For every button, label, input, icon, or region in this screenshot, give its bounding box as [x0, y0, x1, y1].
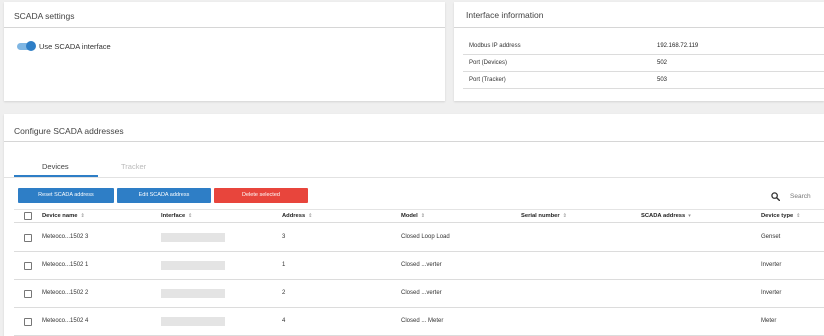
table-row[interactable]: Meteoco...1502 4 4 Closed ... Meter Mete…	[14, 308, 824, 336]
sort-icon: ⇕	[420, 213, 425, 219]
cell-interface-placeholder	[161, 233, 225, 242]
cell-address: 1	[282, 262, 286, 268]
cell-device-name: Meteoco...1502 1	[42, 262, 89, 268]
column-label: Interface	[161, 213, 186, 219]
cell-device-name: Meteoco...1502 3	[42, 234, 89, 240]
interface-information-title: Interface information	[466, 10, 544, 20]
column-header-scada-address[interactable]: SCADA address ▾	[641, 213, 691, 219]
select-all-checkbox[interactable]	[24, 212, 32, 220]
delete-selected-button[interactable]: Delete selected	[214, 188, 308, 203]
cell-address: 4	[282, 318, 286, 324]
info-key: Port (Tracker)	[469, 77, 506, 83]
column-label: Model	[401, 213, 418, 219]
cell-device-type: Genset	[761, 234, 781, 240]
reset-scada-address-button[interactable]: Reset SCADA address	[18, 188, 114, 203]
column-label: Address	[282, 213, 306, 219]
cell-device-type: Inverter	[761, 290, 782, 296]
search-icon[interactable]	[771, 192, 780, 201]
use-scada-toggle[interactable]	[17, 41, 36, 51]
row-checkbox[interactable]	[24, 290, 32, 298]
cell-device-type: Meter	[761, 318, 777, 324]
info-key: Port (Devices)	[469, 60, 508, 66]
table-header: Device name ⇕ Interface ⇕ Address ⇕ Model ⇕ …	[14, 209, 824, 223]
table-row[interactable]: Meteoco...1502 2 2 Closed ...verter Inve…	[14, 280, 824, 308]
cell-device-name: Meteoco...1502 2	[42, 290, 89, 296]
tab-tracker[interactable]: Tracker	[121, 162, 146, 171]
divider	[4, 141, 824, 142]
sort-icon: ⇕	[796, 213, 801, 219]
cell-model: Closed ...verter	[401, 262, 442, 268]
cell-model: Closed ...verter	[401, 290, 442, 296]
sort-icon: ⇕	[308, 213, 313, 219]
sort-icon: ⇕	[188, 213, 193, 219]
cell-address: 3	[282, 234, 286, 240]
column-header-model[interactable]: Model ⇕	[401, 213, 425, 219]
column-label: SCADA address	[641, 213, 686, 219]
row-checkbox[interactable]	[24, 318, 32, 326]
column-header-serial-number[interactable]: Serial number ⇕	[521, 213, 567, 219]
tabs-divider	[4, 177, 824, 178]
info-value: 502	[657, 60, 668, 66]
info-row-port-tracker: Port (Tracker) 503	[463, 72, 824, 89]
configure-scada-card: Configure SCADA addresses Devices Tracke…	[4, 114, 824, 336]
scada-settings-card: SCADA settings Use SCADA interface	[4, 2, 445, 101]
cell-model: Closed ... Meter	[401, 318, 444, 324]
row-checkbox[interactable]	[24, 234, 32, 242]
table-row[interactable]: Meteoco...1502 1 1 Closed ...verter Inve…	[14, 252, 824, 280]
info-value: 503	[657, 77, 668, 83]
column-label: Device name	[42, 213, 78, 219]
search-input[interactable]: Search	[790, 193, 811, 200]
cell-interface-placeholder	[161, 261, 225, 270]
configure-scada-title: Configure SCADA addresses	[14, 126, 124, 136]
info-row-modbus-ip: Modbus IP address 192.168.72.119	[463, 38, 824, 55]
table-row[interactable]: Meteoco...1502 3 3 Closed Loop Load Gens…	[14, 224, 824, 252]
info-key: Modbus IP address	[469, 43, 521, 49]
cell-interface-placeholder	[161, 289, 225, 298]
sort-icon: ⇕	[562, 213, 567, 219]
divider	[454, 27, 824, 28]
column-header-device-type[interactable]: Device type ⇕	[761, 213, 800, 219]
cell-model: Closed Loop Load	[401, 234, 450, 240]
column-label: Device type	[761, 213, 794, 219]
edit-scada-address-button[interactable]: Edit SCADA address	[117, 188, 211, 203]
column-header-interface[interactable]: Interface ⇕	[161, 213, 192, 219]
cell-address: 2	[282, 290, 286, 296]
scada-settings-title: SCADA settings	[14, 11, 75, 21]
divider	[4, 27, 445, 28]
toggle-knob	[26, 41, 36, 51]
cell-device-name: Meteoco...1502 4	[42, 318, 89, 324]
sort-desc-icon: ▾	[688, 213, 691, 219]
tab-devices[interactable]: Devices	[42, 162, 69, 171]
info-value: 192.168.72.119	[657, 43, 699, 49]
interface-information-card: Interface information Modbus IP address …	[454, 2, 824, 101]
column-header-address[interactable]: Address ⇕	[282, 213, 312, 219]
column-header-device-name[interactable]: Device name ⇕	[42, 213, 85, 219]
info-row-port-devices: Port (Devices) 502	[463, 55, 824, 72]
use-scada-label[interactable]: Use SCADA interface	[39, 42, 111, 51]
row-checkbox[interactable]	[24, 262, 32, 270]
cell-device-type: Inverter	[761, 262, 782, 268]
column-label: Serial number	[521, 213, 560, 219]
sort-icon: ⇕	[80, 213, 85, 219]
cell-interface-placeholder	[161, 317, 225, 326]
